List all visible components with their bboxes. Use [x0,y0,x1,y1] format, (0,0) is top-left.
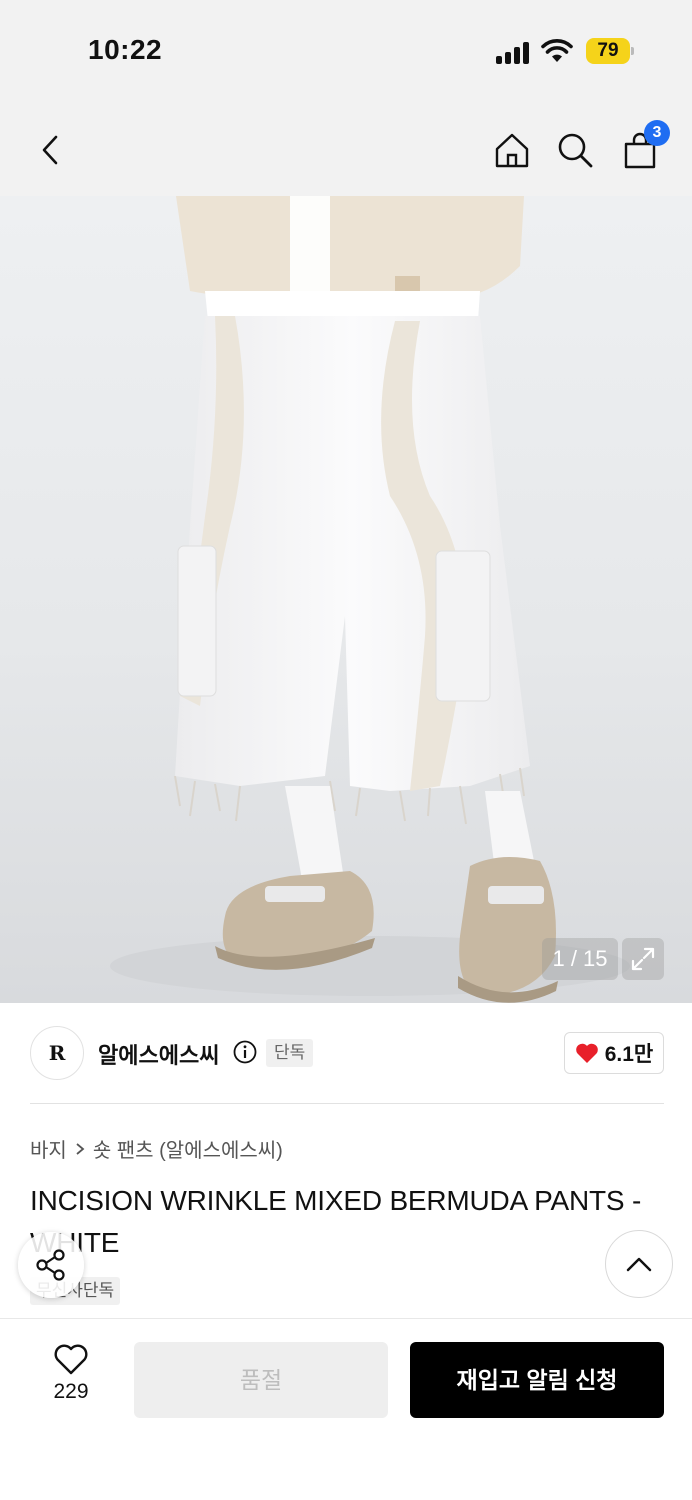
heart-filled-icon [575,1043,598,1063]
brand-name[interactable]: 알에스에스씨 [98,1038,219,1070]
share-icon [36,1249,65,1281]
battery-level: 79 [586,38,630,64]
share-button[interactable] [18,1232,84,1298]
cart-button[interactable]: 3 [618,120,670,172]
product-photo-illustration [110,196,630,1003]
wishlist-button[interactable]: 229 [40,1344,102,1414]
cellular-signal-icon [496,42,532,64]
breadcrumb-category[interactable]: 바지 [30,1134,67,1163]
product-title: INCISION WRINKLE MIXED BERMUDA PANTS - W… [30,1185,642,1258]
breadcrumb-subcategory[interactable]: 숏 팬츠 (알에스에스씨) [93,1134,283,1163]
brand-like-button[interactable]: 6.1만 [564,1032,664,1074]
breadcrumb: 바지 숏 팬츠 (알에스에스씨) [30,1134,283,1163]
chevron-left-icon [42,135,58,165]
cart-count-badge: 3 [644,120,670,146]
heart-outline-icon [54,1344,88,1375]
scroll-to-top-button[interactable] [605,1230,673,1298]
image-counter: 1 / 15 [542,938,618,980]
wifi-icon [541,39,573,62]
expand-icon [631,947,655,971]
brand-logo-text: R [48,1041,66,1065]
exclusive-tag: 단독 [266,1039,314,1067]
search-icon [558,133,593,168]
fullscreen-button[interactable] [622,938,664,980]
nav-bar: 3 [0,100,692,196]
restock-alert-button[interactable]: 재입고 알림 신청 [410,1342,664,1418]
status-bar: 10:22 79 [0,0,692,100]
battery-icon: 79 [586,38,634,64]
brand-like-count: 6.1만 [604,1043,654,1066]
chevron-up-icon [626,1257,652,1272]
divider [30,1103,664,1104]
back-button[interactable] [30,128,70,172]
product-image[interactable] [0,196,692,1003]
home-icon [495,133,529,168]
status-time: 10:22 [88,34,163,65]
home-button[interactable] [490,128,534,172]
chevron-right-icon [76,1142,85,1155]
wishlist-count: 229 [53,1380,89,1403]
soldout-button: 품절 [134,1342,388,1418]
brand-logo[interactable]: R [30,1026,84,1080]
search-button[interactable] [553,128,597,172]
info-icon[interactable] [233,1040,257,1064]
